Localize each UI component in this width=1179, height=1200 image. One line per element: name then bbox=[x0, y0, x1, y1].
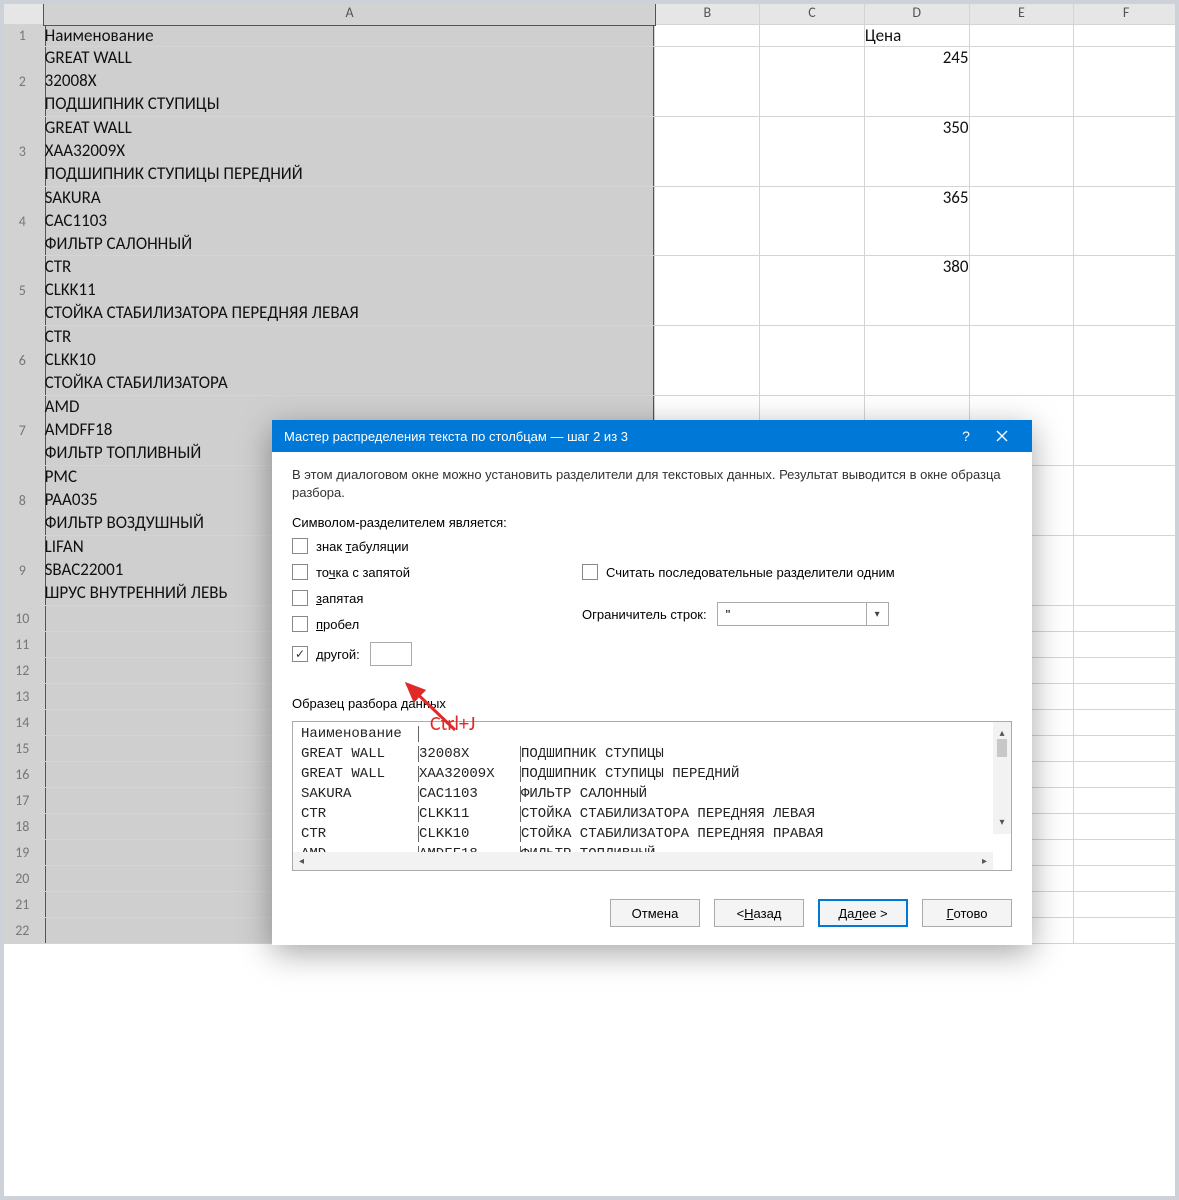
close-icon bbox=[996, 430, 1008, 442]
scroll-left-icon: ◂ bbox=[299, 856, 304, 867]
scroll-down-icon: ▾ bbox=[999, 817, 1004, 828]
cell[interactable] bbox=[655, 25, 760, 47]
preview-row: GREAT WALL32008XПОДШИПНИК СТУПИЦЫ bbox=[301, 746, 1011, 766]
cell-A3[interactable]: GREAT WALL XAA32009X ПОДШИПНИК СТУПИЦЫ П… bbox=[44, 116, 655, 186]
cell-A1[interactable]: Наименование bbox=[44, 25, 655, 47]
cell[interactable] bbox=[760, 25, 865, 47]
row-header[interactable]: 15 bbox=[1, 735, 45, 761]
delimiter-tab-checkbox[interactable]: знак табуляции bbox=[292, 538, 552, 554]
row-header[interactable]: 12 bbox=[1, 657, 45, 683]
row-header[interactable]: 1 bbox=[1, 25, 45, 47]
treat-consecutive-checkbox[interactable]: Считать последовательные разделители одн… bbox=[582, 564, 1012, 580]
row-header[interactable]: 18 bbox=[1, 813, 45, 839]
scrollbar-thumb[interactable] bbox=[997, 739, 1007, 757]
cancel-button[interactable]: Отмена bbox=[610, 899, 700, 927]
close-button[interactable] bbox=[984, 420, 1020, 452]
checkbox-icon bbox=[292, 646, 308, 662]
row-header[interactable]: 7 bbox=[1, 396, 45, 466]
preview-row: GREAT WALLXAA32009XПОДШИПНИК СТУПИЦЫ ПЕР… bbox=[301, 766, 1011, 786]
cell-A2[interactable]: GREAT WALL 32008X ПОДШИПНИК СТУПИЦЫ bbox=[44, 47, 655, 117]
row-header[interactable]: 22 bbox=[1, 917, 45, 943]
row-header[interactable]: 17 bbox=[1, 787, 45, 813]
text-qualifier-label: Ограничитель строк: bbox=[582, 607, 707, 622]
row-header[interactable]: 5 bbox=[1, 256, 45, 326]
row-header[interactable]: 4 bbox=[1, 186, 45, 256]
row-header[interactable]: 9 bbox=[1, 535, 45, 605]
row-header[interactable]: 13 bbox=[1, 683, 45, 709]
cell-A5[interactable]: CTR CLKK11 СТОЙКА СТАБИЛИЗАТОРА ПЕРЕДНЯЯ… bbox=[44, 256, 655, 326]
column-header-row: A B C D E F bbox=[1, 1, 1179, 25]
row-header[interactable]: 6 bbox=[1, 326, 45, 396]
annotation-text: Ctrl+J bbox=[430, 712, 475, 736]
row-header[interactable]: 3 bbox=[1, 116, 45, 186]
help-button[interactable]: ? bbox=[948, 420, 984, 452]
col-header-A[interactable]: A bbox=[44, 1, 655, 25]
row-header[interactable]: 19 bbox=[1, 839, 45, 865]
row-header[interactable]: 21 bbox=[1, 891, 45, 917]
cell-A4[interactable]: SAKURA CAC1103 ФИЛЬТР САЛОННЫЙ bbox=[44, 186, 655, 256]
finish-button[interactable]: Готово bbox=[922, 899, 1012, 927]
delimiter-other-checkbox[interactable]: другой: bbox=[292, 646, 360, 662]
row-header[interactable]: 11 bbox=[1, 631, 45, 657]
delimiter-space-checkbox[interactable]: пробел bbox=[292, 616, 552, 632]
delimiters-section-label: Символом-разделителем является: bbox=[292, 515, 1012, 530]
preview-row: SAKURACAC1103ФИЛЬТР САЛОННЫЙ bbox=[301, 786, 1011, 806]
back-button[interactable]: < Назад bbox=[714, 899, 804, 927]
cell[interactable] bbox=[1074, 25, 1179, 47]
row-header[interactable]: 20 bbox=[1, 865, 45, 891]
delimiter-comma-checkbox[interactable]: запятая bbox=[292, 590, 552, 606]
cell-D3[interactable]: 350 bbox=[864, 116, 969, 186]
preview-row: CTRCLKK11СТОЙКА СТАБИЛИЗАТОРА ПЕРЕДНЯЯ Л… bbox=[301, 806, 1011, 826]
preview-row: CTRCLKK10СТОЙКА СТАБИЛИЗАТОРА ПЕРЕДНЯЯ П… bbox=[301, 826, 1011, 846]
delimiter-semicolon-checkbox[interactable]: точка с запятой bbox=[292, 564, 552, 580]
chevron-down-icon: ▾ bbox=[866, 603, 888, 625]
checkbox-icon bbox=[292, 538, 308, 554]
col-header-C[interactable]: C bbox=[760, 1, 865, 25]
checkbox-icon bbox=[292, 616, 308, 632]
row-header[interactable]: 16 bbox=[1, 761, 45, 787]
dialog-description: В этом диалоговом окне можно установить … bbox=[292, 466, 1012, 501]
delimiter-other-input[interactable] bbox=[370, 642, 412, 666]
scroll-up-icon: ▴ bbox=[999, 728, 1004, 739]
row-header[interactable]: 14 bbox=[1, 709, 45, 735]
dialog-titlebar[interactable]: Мастер распределения текста по столбцам … bbox=[272, 420, 1032, 452]
dialog-title: Мастер распределения текста по столбцам … bbox=[284, 429, 948, 444]
checkbox-icon bbox=[292, 590, 308, 606]
checkbox-icon bbox=[292, 564, 308, 580]
col-header-D[interactable]: D bbox=[864, 1, 969, 25]
checkbox-icon bbox=[582, 564, 598, 580]
col-header-F[interactable]: F bbox=[1074, 1, 1179, 25]
preview-content: НаименованиеGREAT WALL32008XПОДШИПНИК СТ… bbox=[293, 722, 1011, 866]
preview-horizontal-scrollbar[interactable]: ◂ ▸ bbox=[293, 852, 993, 870]
row-header[interactable]: 2 bbox=[1, 47, 45, 117]
cell[interactable] bbox=[969, 25, 1074, 47]
data-preview-box[interactable]: НаименованиеGREAT WALL32008XПОДШИПНИК СТ… bbox=[292, 721, 1012, 871]
row-header[interactable]: 8 bbox=[1, 465, 45, 535]
scroll-right-icon: ▸ bbox=[982, 856, 987, 867]
cell-D2[interactable]: 245 bbox=[864, 47, 969, 117]
cell-D1[interactable]: Цена bbox=[864, 25, 969, 47]
next-button[interactable]: Далее > bbox=[818, 899, 908, 927]
cell-A6[interactable]: CTR CLKK10 СТОЙКА СТАБИЛИЗАТОРА bbox=[44, 326, 655, 396]
text-to-columns-wizard-dialog: Мастер распределения текста по столбцам … bbox=[272, 420, 1032, 945]
cell-D5[interactable]: 380 bbox=[864, 256, 969, 326]
col-header-B[interactable]: B bbox=[655, 1, 760, 25]
row-header[interactable]: 10 bbox=[1, 605, 45, 631]
select-all-corner[interactable] bbox=[1, 1, 45, 25]
cell-D4[interactable]: 365 bbox=[864, 186, 969, 256]
text-qualifier-select[interactable]: " ▾ bbox=[717, 602, 889, 626]
col-header-E[interactable]: E bbox=[969, 1, 1074, 25]
preview-vertical-scrollbar[interactable]: ▴ ▾ bbox=[993, 722, 1011, 834]
